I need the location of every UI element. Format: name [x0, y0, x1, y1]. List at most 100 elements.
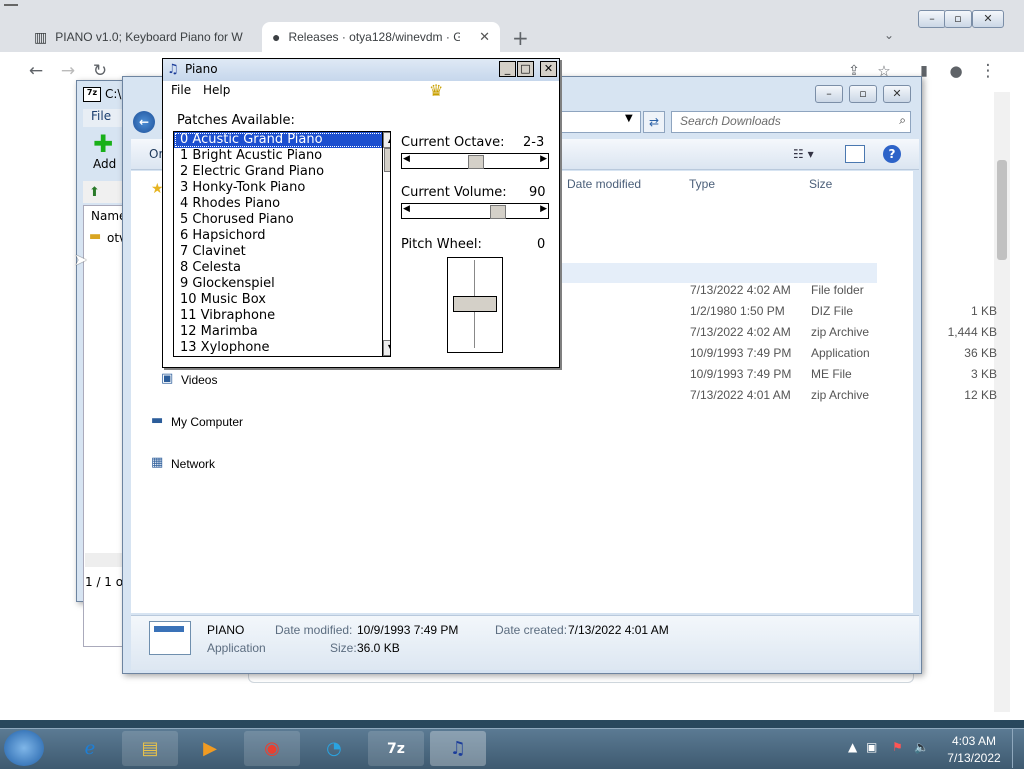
view-options-icon[interactable]: ☷ ▾	[793, 147, 814, 161]
patch-list-item[interactable]: 9 Glockenspiel	[174, 276, 390, 292]
chrome-icon[interactable]: ◉	[244, 731, 300, 766]
octave-right-arrow-icon[interactable]: ▶	[540, 154, 547, 164]
sevenzip-taskbar-icon[interactable]: 7z	[368, 731, 424, 766]
octave-slider[interactable]: ◀ ▶	[401, 153, 549, 169]
sevenzip-menu-file[interactable]: File	[91, 109, 111, 123]
action-center-icon[interactable]: ⚑	[892, 740, 903, 754]
network-tray-icon[interactable]: ▣	[866, 740, 877, 754]
profile-icon[interactable]: ●	[944, 60, 968, 82]
column-size[interactable]: Size	[809, 177, 832, 191]
back-icon[interactable]: ←	[24, 60, 48, 82]
edge-icon[interactable]: ◔	[306, 731, 362, 766]
more-menu-icon[interactable]: ⋮	[976, 60, 1000, 82]
search-box[interactable]: Search Downloads ⌕	[671, 111, 911, 133]
reload-icon[interactable]: ↻	[88, 60, 112, 82]
column-date-modified[interactable]: Date modified	[567, 177, 641, 191]
close-button[interactable]: ✕	[972, 10, 1004, 28]
piano-menu-file[interactable]: File	[171, 83, 191, 97]
tray-expand-icon[interactable]: ▲	[848, 740, 857, 754]
piano-favicon-icon: ▥	[34, 28, 48, 45]
row-size: 1 KB	[970, 304, 997, 318]
patch-list-item[interactable]: 0 Acustic Grand Piano	[174, 132, 390, 148]
volume-slider-thumb[interactable]	[490, 205, 506, 219]
piano-close-button[interactable]: ✕	[540, 61, 557, 77]
file-explorer-icon[interactable]: ▤	[122, 731, 178, 766]
patch-list-item[interactable]: 13 Xylophone	[174, 340, 390, 356]
patch-list-item[interactable]: 1 Bright Acustic Piano	[174, 148, 390, 164]
media-player-icon[interactable]: ▶	[182, 731, 238, 766]
patch-list-item[interactable]: 3 Honky-Tonk Piano	[174, 180, 390, 196]
explorer-minimize-button[interactable]: –	[815, 85, 843, 103]
tab-search-icon[interactable]: ⌄	[884, 28, 894, 42]
add-button-label[interactable]: Add	[93, 157, 116, 171]
piano-titlebar: ♫ Piano _ □ ✕	[163, 59, 559, 82]
patches-scrollbar[interactable]: ▲ ▼	[382, 132, 390, 356]
pitch-wheel-handle[interactable]	[453, 296, 497, 312]
octave-slider-thumb[interactable]	[468, 155, 484, 169]
start-button[interactable]	[4, 730, 44, 766]
explorer-maximize-button[interactable]: ▫	[849, 85, 877, 103]
refresh-icon[interactable]: ⇄	[643, 111, 665, 133]
pitch-wheel[interactable]	[447, 257, 503, 353]
tab-title: Releases · otya128/winevdm · Git	[288, 30, 461, 44]
help-icon[interactable]: ?	[883, 145, 901, 163]
row-type: Application	[811, 346, 870, 360]
add-plus-icon[interactable]: ✚	[93, 132, 113, 156]
volume-left-arrow-icon[interactable]: ◀	[403, 204, 410, 214]
patches-listbox[interactable]: 0 Acustic Grand Piano 1 Bright Acustic Pi…	[173, 131, 391, 357]
close-tab-icon[interactable]: ✕	[479, 29, 490, 45]
show-desktop-button[interactable]	[1012, 729, 1024, 768]
maximize-button[interactable]: ▫	[944, 10, 972, 28]
preview-pane-icon[interactable]	[845, 145, 865, 163]
octave-left-arrow-icon[interactable]: ◀	[403, 154, 410, 164]
volume-slider[interactable]: ◀ ▶	[401, 203, 549, 219]
search-icon[interactable]: ⌕	[899, 113, 906, 128]
row-type: DIZ File	[811, 304, 853, 318]
nav-item-videos[interactable]: Videos	[181, 373, 217, 387]
scroll-up-icon[interactable]: ▲	[383, 132, 390, 148]
forward-icon[interactable]: →	[56, 60, 80, 82]
patch-list-item[interactable]: 8 Celesta	[174, 260, 390, 276]
piano-menu-help[interactable]: Help	[203, 83, 230, 97]
patch-list-item[interactable]: 12 Marimba	[174, 324, 390, 340]
nav-item-network[interactable]: Network	[171, 457, 215, 471]
patch-list-item[interactable]: 4 Rhodes Piano	[174, 196, 390, 212]
network-icon: ▦	[151, 455, 164, 470]
nav-item-my-computer[interactable]: My Computer	[171, 415, 243, 429]
patch-list-item[interactable]: 6 Hapsichord	[174, 228, 390, 244]
column-type[interactable]: Type	[689, 177, 715, 191]
patches-scroll-thumb[interactable]	[384, 148, 390, 172]
piano-maximize-button[interactable]: □	[517, 61, 534, 77]
github-icon: ●	[272, 29, 281, 45]
patch-list-item[interactable]: 7 Clavinet	[174, 244, 390, 260]
patch-list-item[interactable]: 2 Electric Grand Piano	[174, 164, 390, 180]
pitch-wheel-label: Pitch Wheel:	[401, 237, 482, 252]
back-arrow-icon[interactable]: ←	[133, 111, 155, 133]
page-scrollbar-thumb[interactable]	[997, 160, 1007, 260]
new-tab-button[interactable]: +	[512, 26, 529, 50]
piano-menubar: File Help ♛	[163, 81, 559, 101]
volume-tray-icon[interactable]: 🔈	[914, 740, 929, 754]
address-dropdown-icon[interactable]: ▼	[625, 113, 633, 124]
clock-time[interactable]: 4:03 AM	[944, 734, 1004, 748]
videos-icon: ▣	[161, 371, 174, 386]
volume-right-arrow-icon[interactable]: ▶	[540, 204, 547, 214]
piano-taskbar-icon[interactable]: ♫	[430, 731, 486, 766]
minimize-button[interactable]: –	[918, 10, 946, 28]
tab-releases[interactable]: ● Releases · otya128/winevdm · Git ✕	[262, 22, 500, 52]
explorer-close-button[interactable]: ✕	[883, 85, 911, 103]
piano-minimize-button[interactable]: _	[499, 61, 516, 77]
row-date: 1/2/1980 1:50 PM	[690, 304, 785, 318]
sevenzip-title: C:\	[105, 87, 122, 101]
sevenzip-app-icon: 7z	[83, 87, 101, 102]
patch-list-item[interactable]: 11 Vibraphone	[174, 308, 390, 324]
selected-row-highlight	[553, 263, 877, 283]
details-date-created-label: Date created:	[495, 623, 568, 637]
up-folder-icon[interactable]: ⬆	[89, 185, 100, 200]
patch-list-item[interactable]: 10 Music Box	[174, 292, 390, 308]
internet-explorer-icon[interactable]: ℯ	[62, 731, 118, 766]
patch-list-item[interactable]: 5 Chorused Piano	[174, 212, 390, 228]
clock-date[interactable]: 7/13/2022	[944, 751, 1004, 765]
scroll-down-icon[interactable]: ▼	[383, 340, 390, 356]
tab-piano[interactable]: ▥ PIANO v1.0; Keyboard Piano for W	[24, 22, 262, 52]
